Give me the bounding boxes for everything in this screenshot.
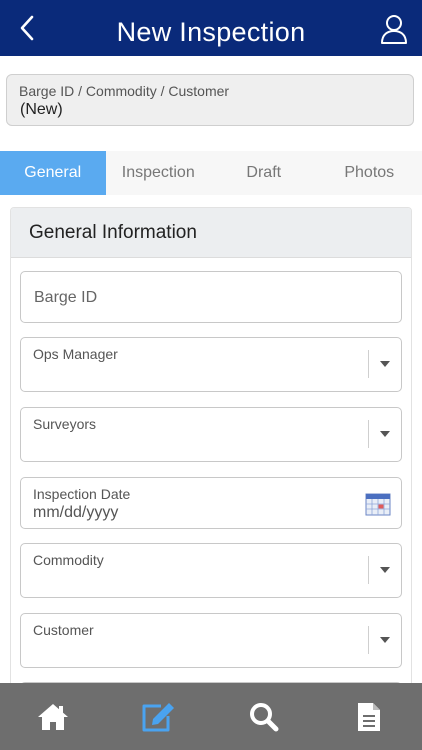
tab-photos[interactable]: Photos (317, 151, 422, 195)
customer-label: Customer (33, 622, 94, 638)
tab-inspection[interactable]: Inspection (106, 151, 212, 195)
inspection-date-label: Inspection Date (33, 486, 131, 502)
chevron-down-icon[interactable] (380, 637, 390, 643)
chevron-down-icon[interactable] (380, 431, 390, 437)
select-separator (368, 350, 369, 378)
app-header: New Inspection (0, 0, 422, 56)
tab-draft[interactable]: Draft (211, 151, 317, 195)
select-separator (368, 556, 369, 584)
calendar-icon[interactable] (365, 492, 391, 516)
inspection-date-placeholder: mm/dd/yyyy (33, 504, 119, 521)
select-separator (368, 626, 369, 654)
chevron-down-icon[interactable] (380, 567, 390, 573)
edit-icon (142, 702, 175, 731)
nav-edit[interactable] (106, 683, 212, 750)
home-icon (37, 703, 68, 730)
inspection-date-input[interactable]: Inspection Date mm/dd/yyyy (20, 477, 402, 529)
nav-search[interactable] (211, 683, 317, 750)
barge-id-input[interactable]: Barge ID (20, 271, 402, 323)
surveyors-label: Surveyors (33, 416, 97, 432)
surveyors-select[interactable]: Surveyors (20, 407, 402, 462)
card-title: General Information (11, 208, 411, 258)
select-separator (368, 420, 369, 448)
general-info-card: General Information Barge ID Ops Manager… (10, 207, 412, 707)
tab-bar: General Inspection Draft Photos (0, 151, 422, 195)
chevron-down-icon[interactable] (380, 361, 390, 367)
ops-manager-select[interactable]: Ops Manager (20, 337, 402, 392)
user-profile-icon[interactable] (380, 14, 408, 44)
customer-select[interactable]: Customer (20, 613, 402, 668)
record-context-box: Barge ID / Commodity / Customer (New) (6, 74, 414, 126)
barge-id-placeholder: Barge ID (34, 289, 98, 306)
context-value: (New) (20, 101, 63, 118)
ops-manager-label: Ops Manager (33, 346, 118, 362)
document-icon (358, 702, 381, 731)
commodity-label: Commodity (33, 552, 104, 568)
commodity-select[interactable]: Commodity (20, 543, 402, 598)
bottom-nav-bar (0, 683, 422, 750)
nav-reports[interactable] (317, 683, 422, 750)
context-label: Barge ID / Commodity / Customer (19, 83, 230, 99)
tab-general[interactable]: General (0, 151, 106, 195)
page-title: New Inspection (116, 17, 306, 47)
search-icon (249, 702, 279, 731)
nav-home[interactable] (0, 683, 106, 750)
